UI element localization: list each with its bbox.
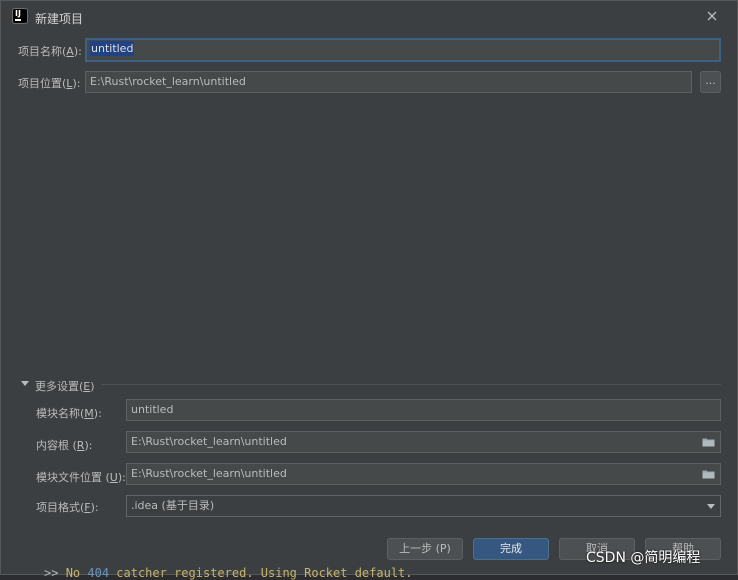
chevron-down-icon <box>707 504 715 509</box>
previous-button[interactable]: 上一步 (P) <box>387 538 463 560</box>
project-name-input[interactable]: untitled <box>85 38 721 62</box>
triangle-down-icon <box>21 381 29 386</box>
background-console-line: >> No 404 catcher registered. Using Rock… <box>44 566 413 580</box>
browse-button[interactable]: ... <box>700 71 721 93</box>
project-format-value: .idea (基于目录) <box>131 499 215 512</box>
watermark: CSDN @简明编程 <box>586 550 701 566</box>
new-project-dialog: IJ 新建项目 项目名称(A): untitled 项目位置(L): E:\Ru… <box>0 0 738 575</box>
module-name-value: untitled <box>131 403 174 416</box>
module-name-input[interactable]: untitled <box>126 399 721 421</box>
module-file-location-input[interactable]: E:\Rust\rocket_learn\untitled <box>126 463 721 485</box>
module-name-label: 模块名称(M): <box>36 407 102 420</box>
intellij-icon: IJ <box>13 9 27 23</box>
section-divider <box>101 384 721 385</box>
dialog-title: 新建项目 <box>35 12 84 26</box>
module-file-location-label: 模块文件位置 (U): <box>36 471 126 484</box>
finish-button[interactable]: 完成 <box>473 538 549 560</box>
project-format-label: 项目格式(F): <box>36 501 99 514</box>
project-name-label: 项目名称(A): <box>18 45 82 58</box>
more-settings-label: 更多设置(E) <box>35 380 95 393</box>
project-location-input[interactable]: E:\Rust\rocket_learn\untitled <box>85 71 692 93</box>
content-root-input[interactable]: E:\Rust\rocket_learn\untitled <box>126 431 721 453</box>
project-location-label: 项目位置(L): <box>18 77 81 90</box>
project-name-value: untitled <box>90 41 135 56</box>
project-location-value: E:\Rust\rocket_learn\untitled <box>90 75 246 88</box>
content-root-value: E:\Rust\rocket_learn\untitled <box>131 435 287 448</box>
title-bar: IJ 新建项目 <box>1 1 737 33</box>
folder-icon[interactable] <box>702 437 715 447</box>
close-icon[interactable] <box>701 7 723 27</box>
module-file-location-value: E:\Rust\rocket_learn\untitled <box>131 467 287 480</box>
folder-icon[interactable] <box>702 469 715 479</box>
project-format-select[interactable]: .idea (基于目录) <box>126 495 721 517</box>
content-root-label: 内容根 (R): <box>36 439 93 452</box>
